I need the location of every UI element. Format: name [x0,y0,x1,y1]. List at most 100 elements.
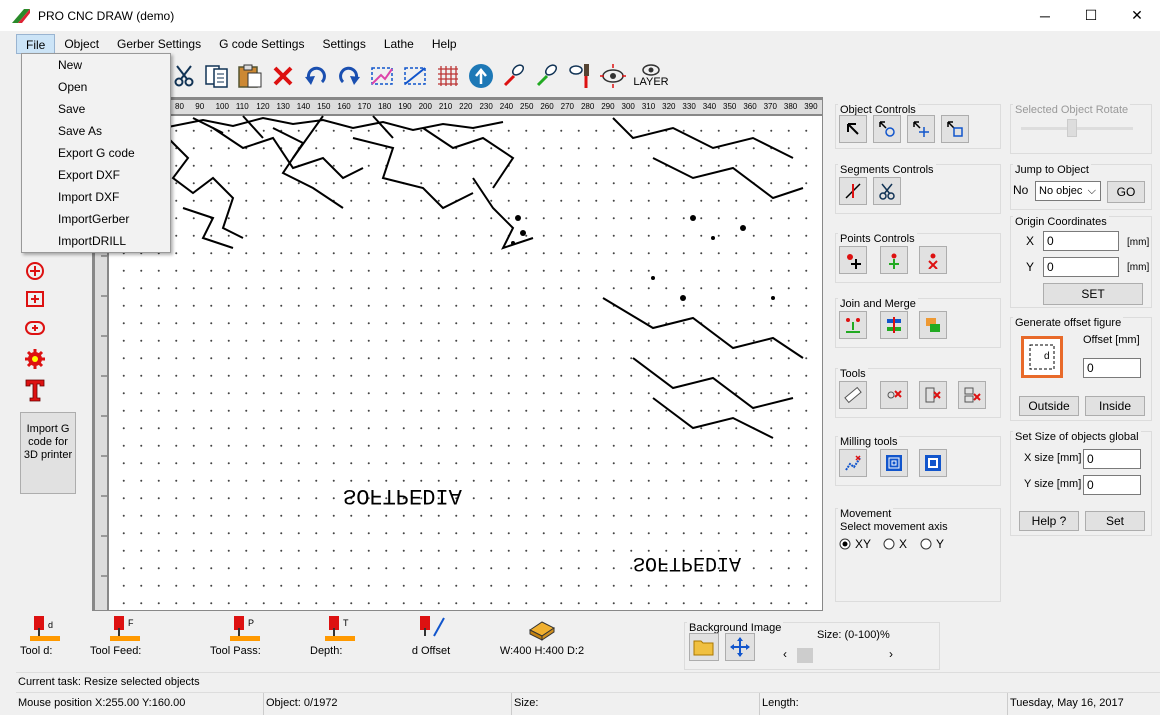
radio-y-label: Y [936,537,945,551]
origin-y-unit: [mm] [1127,262,1150,273]
menu-item-export-gcode[interactable]: Export G code [22,142,170,164]
inside-button[interactable]: Inside [1085,396,1145,416]
grid-icon[interactable] [433,61,463,91]
select-zoom-icon[interactable] [400,61,430,91]
maximize-button[interactable]: ☐ [1068,0,1114,31]
contour-milling-icon[interactable] [919,449,947,477]
origin-x-input[interactable]: 0 [1043,231,1119,251]
measure-delete-icon[interactable] [880,381,908,409]
go-button[interactable]: GO [1107,181,1145,203]
undo-icon[interactable] [301,61,331,91]
ruler-icon[interactable] [839,381,867,409]
offset-input[interactable]: 0 [1083,358,1141,378]
join-points-icon[interactable] [839,311,867,339]
join-merge-group: Join and Merge [835,298,1001,348]
delete-point-icon[interactable] [919,246,947,274]
insert-point-icon[interactable] [880,246,908,274]
set-origin-button[interactable]: SET [1043,283,1143,305]
select-arrow-icon[interactable] [839,115,867,143]
scroll-left-icon[interactable]: ‹ [783,647,787,661]
rect-plus-icon[interactable] [24,288,46,310]
length-status: Length: [760,693,1008,715]
jump-to-object-group: Jump to Object No No objec ⌵ GO [1010,164,1152,210]
dimensions-item[interactable]: W:400 H:400 D:2 [492,614,592,657]
radio-y[interactable]: Y [920,537,944,551]
menu-item-save-as[interactable]: Save As [22,120,170,142]
milling-tools-title: Milling tools [838,436,900,448]
select-rect-icon[interactable] [367,61,397,91]
segment-cut-icon[interactable] [839,177,867,205]
select-resize-icon[interactable] [941,115,969,143]
grid-delete-icon[interactable] [919,381,947,409]
select-move-icon[interactable] [907,115,935,143]
cut-icon[interactable] [169,61,199,91]
menu-gerber-settings[interactable]: Gerber Settings [108,34,210,54]
drawing-canvas[interactable]: 80 90 100 110 120 130 140 150 160 170 180 190 200 210… [92,97,823,611]
pen-green-icon[interactable] [532,61,562,91]
menu-gcode-settings[interactable]: G code Settings [210,34,313,54]
segment-scissors-icon[interactable] [873,177,901,205]
tool-d-item[interactable]: d Tool d: [20,614,70,657]
d-offset-item[interactable]: d Offset [406,614,456,657]
help-button[interactable]: Help ? [1019,511,1079,531]
set-size-button[interactable]: Set [1085,511,1145,531]
move-arrows-icon[interactable] [725,633,755,661]
redo-icon[interactable] [334,61,364,91]
add-point-icon[interactable] [839,246,867,274]
delete-icon[interactable] [268,61,298,91]
rotate-slider-thumb[interactable] [1067,119,1077,137]
eye-icon [642,64,660,76]
menu-settings[interactable]: Settings [313,34,374,54]
menu-item-open[interactable]: Open [22,76,170,98]
points-controls-group: Points Controls [835,233,1001,283]
size-scroll-thumb[interactable] [797,648,813,663]
tool-parameter-bar: d Tool d: F Tool Feed: P Tool Pass: T De… [16,612,1160,672]
minimize-button[interactable]: ─ [1022,0,1068,31]
direction-icon[interactable] [466,61,496,91]
split-delete-icon[interactable] [958,381,986,409]
import-gcode-3d-printer-button[interactable]: Import G code for 3D printer [20,412,76,494]
origin-y-input[interactable]: 0 [1043,257,1119,277]
radio-xy[interactable]: XY [839,537,871,551]
layer-button[interactable]: LAYER [631,61,671,91]
tool-feed-item[interactable]: F Tool Feed: [90,614,160,657]
menu-help[interactable]: Help [423,34,466,54]
view-icon[interactable] [598,61,628,91]
tool-pass-label: Tool Pass: [210,645,261,657]
drill-icon[interactable] [565,61,595,91]
rounded-rect-plus-icon[interactable] [24,317,46,339]
milling-path-icon[interactable] [839,449,867,477]
merge-objects-icon[interactable] [880,311,908,339]
x-size-input[interactable]: 0 [1083,449,1141,469]
menu-item-import-gerber[interactable]: ImportGerber [22,208,170,230]
merge-layers-icon[interactable] [919,311,947,339]
menu-item-import-dxf[interactable]: Import DXF [22,186,170,208]
tool-pass-item[interactable]: P Tool Pass: [210,614,280,657]
menu-item-save[interactable]: Save [22,98,170,120]
select-rotate-icon[interactable] [873,115,901,143]
copy-icon[interactable] [202,61,232,91]
gear-icon[interactable] [24,348,46,370]
pen-red-icon[interactable] [499,61,529,91]
join-merge-title: Join and Merge [838,298,918,310]
size-label: Size: (0-100)% [817,629,890,641]
y-size-input[interactable]: 0 [1083,475,1141,495]
depth-item[interactable]: T Depth: [310,614,370,657]
text-icon[interactable] [24,379,46,402]
menu-object[interactable]: Object [55,34,108,54]
menu-item-import-drill[interactable]: ImportDRILL [22,230,170,252]
radio-x[interactable]: X [883,537,907,551]
menu-file[interactable]: File [16,34,56,54]
circle-plus-icon[interactable] [24,260,46,282]
menu-item-new[interactable]: New [22,54,170,76]
outside-button[interactable]: Outside [1019,396,1079,416]
menu-lathe[interactable]: Lathe [375,34,423,54]
close-button[interactable]: ✕ [1114,0,1160,31]
scroll-right-icon[interactable]: › [889,647,893,661]
size-scrollbar[interactable]: ‹ › [779,647,909,664]
open-folder-icon[interactable] [689,633,719,661]
pocket-milling-icon[interactable] [880,449,908,477]
menu-item-export-dxf[interactable]: Export DXF [22,164,170,186]
object-select[interactable]: No objec ⌵ [1035,181,1101,201]
paste-icon[interactable] [235,61,265,91]
